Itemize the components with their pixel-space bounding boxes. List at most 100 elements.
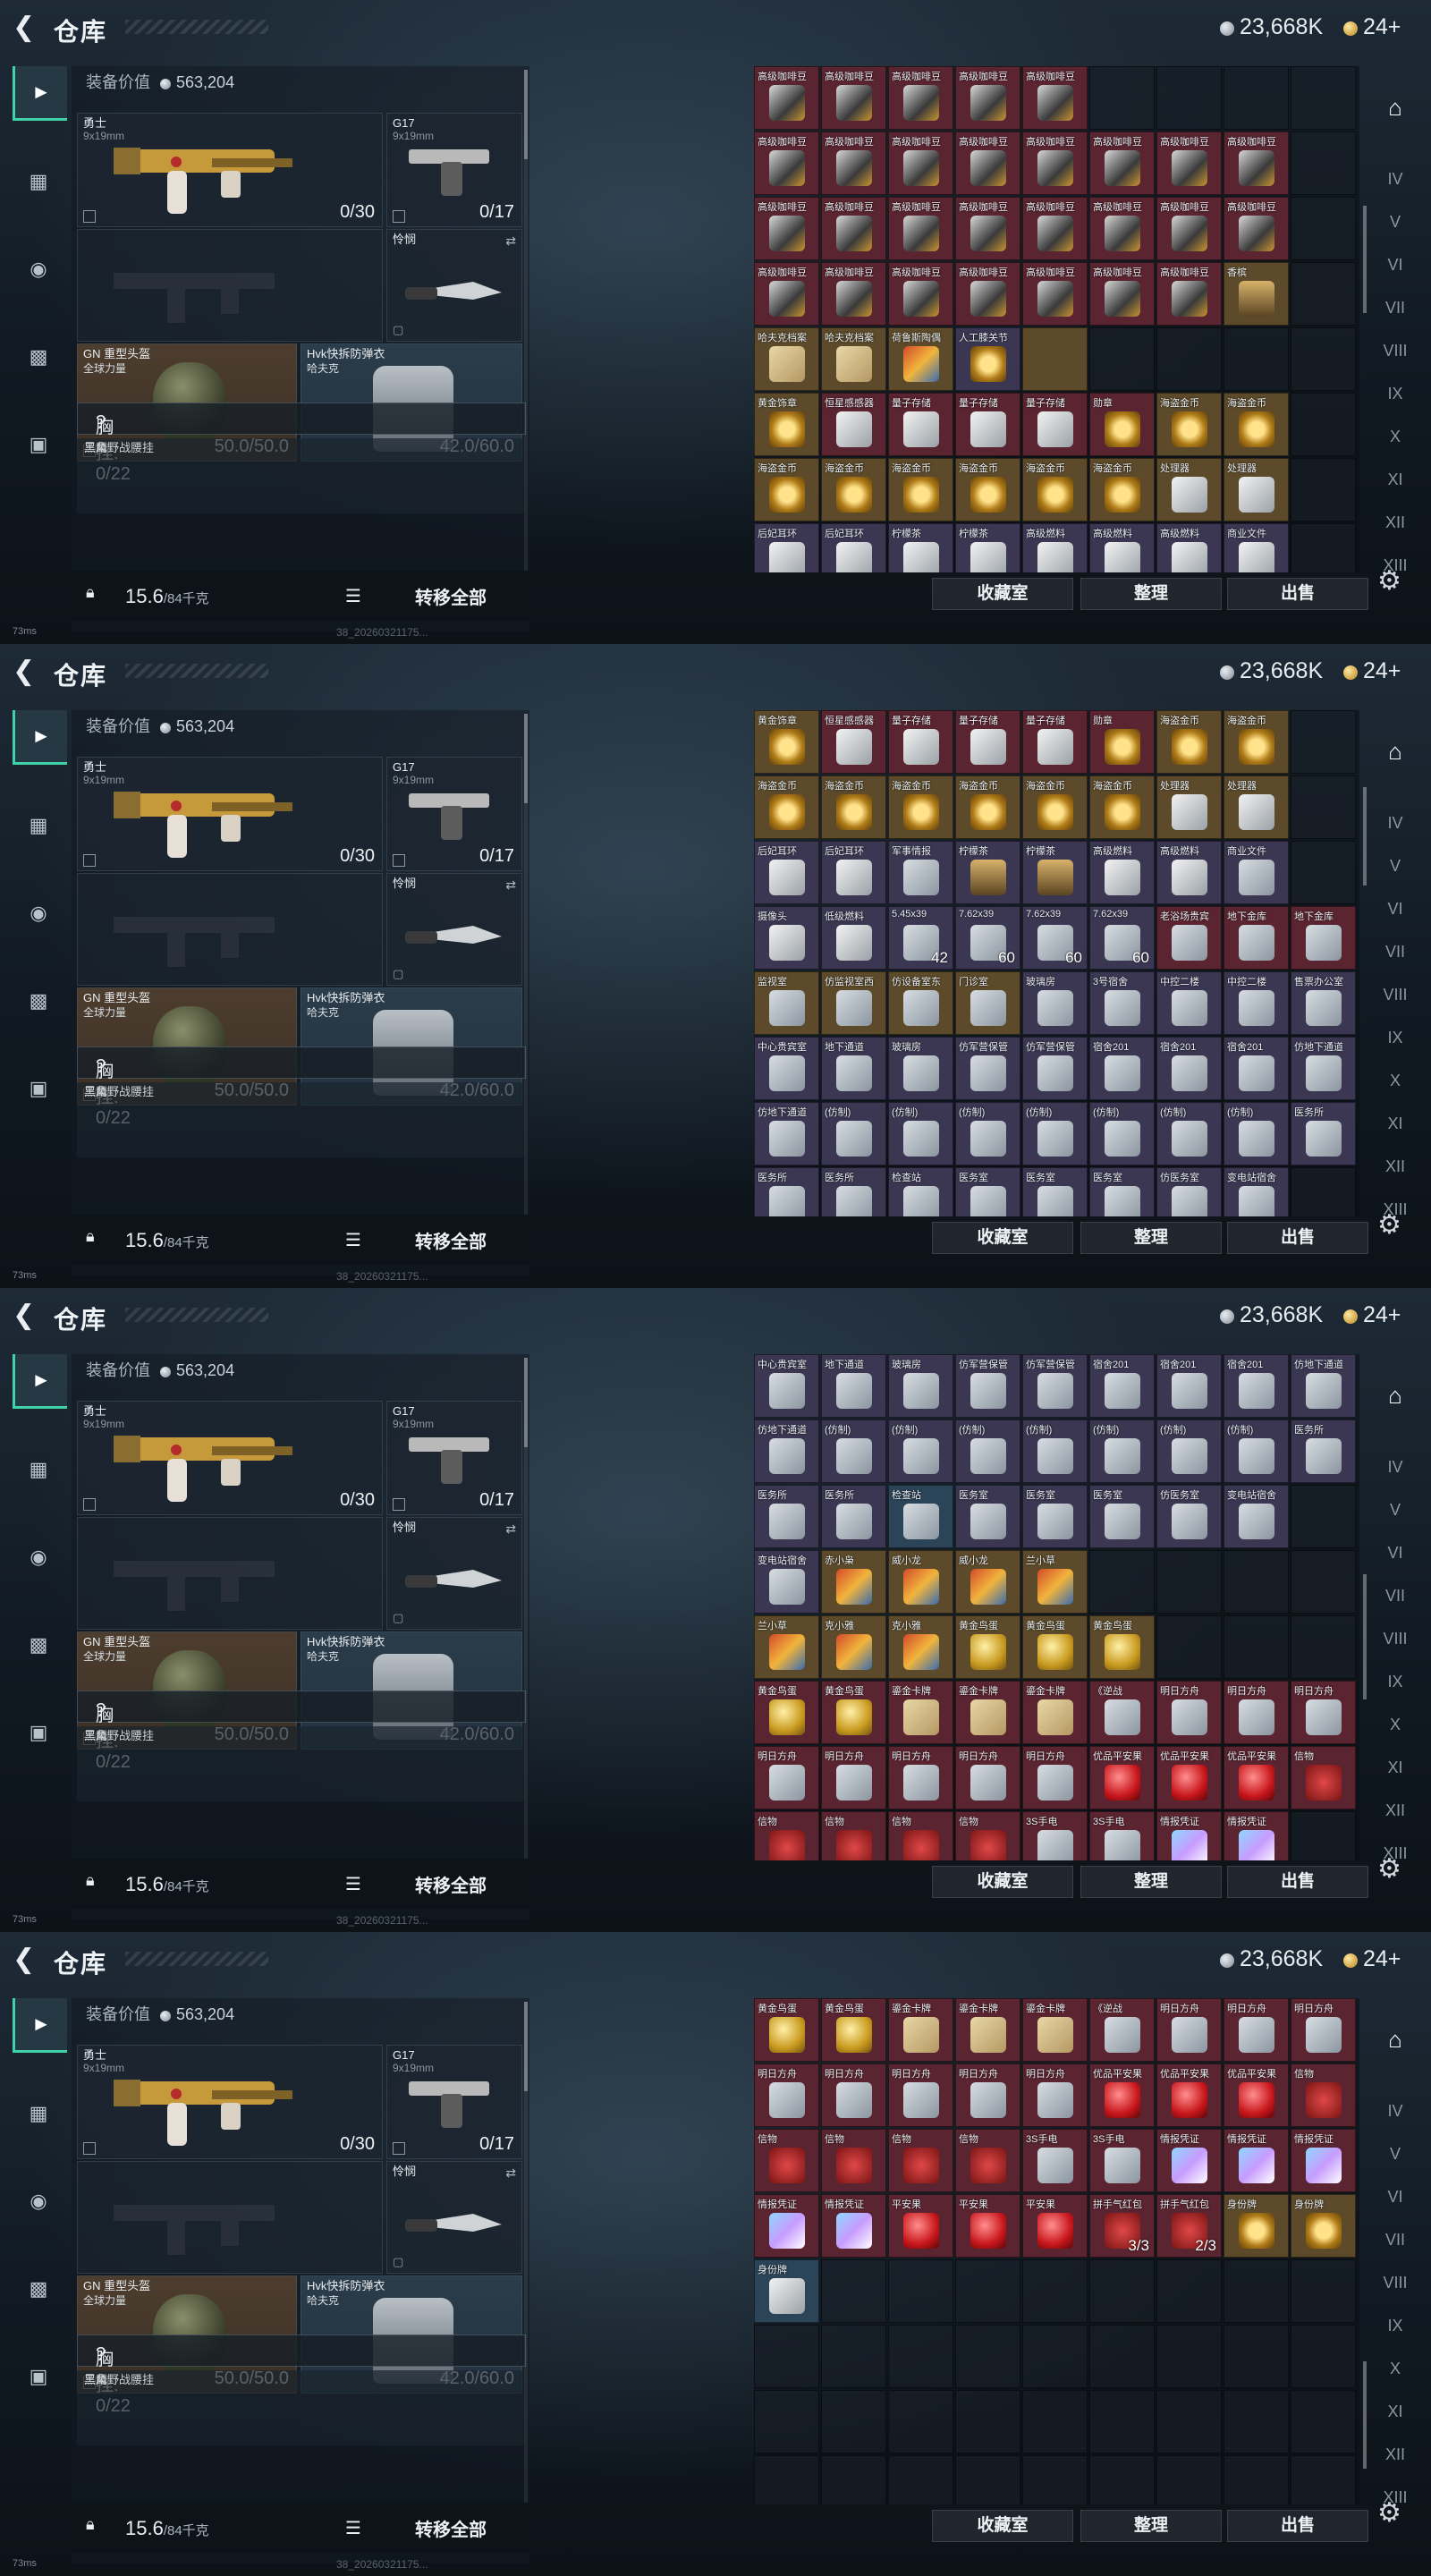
inventory-item[interactable]: 信物 bbox=[821, 2129, 886, 2192]
chest-rig-bar[interactable]: 胸挂: 0/22 ? bbox=[77, 1690, 526, 1772]
inventory-item[interactable]: 海盗金币 bbox=[1156, 710, 1222, 774]
warehouse-page-tab[interactable]: IX bbox=[1377, 376, 1413, 411]
inventory-item[interactable]: 高级咖啡豆 bbox=[888, 131, 953, 195]
sort-button[interactable]: 整理 bbox=[1080, 2510, 1222, 2542]
warehouse-page-tab[interactable]: X bbox=[1377, 1707, 1413, 1742]
inventory-item[interactable]: 后妃耳环 bbox=[754, 523, 819, 572]
inventory-item[interactable]: 明日方舟 bbox=[1224, 1681, 1289, 1744]
warehouse-page-tab[interactable]: XII bbox=[1377, 2436, 1413, 2472]
chest-rig-bar[interactable]: 胸挂: 0/22 ? bbox=[77, 402, 526, 484]
inventory-item[interactable]: 黄金鸟蛋 bbox=[1022, 1615, 1088, 1679]
inventory-item[interactable]: 赤小枭 bbox=[821, 1550, 886, 1614]
chest-rig-bar[interactable]: 胸挂: 0/22 ? bbox=[77, 1046, 526, 1128]
warehouse-page-tab[interactable]: XIII bbox=[1377, 547, 1413, 583]
warehouse-page-tab[interactable]: IX bbox=[1377, 2308, 1413, 2343]
inventory-item[interactable]: 信物 bbox=[955, 2129, 1020, 2192]
inventory-item[interactable]: 优品平安果 bbox=[1089, 1746, 1155, 1809]
tab-armor[interactable]: ▦ bbox=[13, 156, 64, 208]
inventory-item[interactable]: (仿制) bbox=[955, 1419, 1020, 1483]
inventory-item[interactable]: 信物 bbox=[888, 2129, 953, 2192]
inventory-item[interactable]: 医务室 bbox=[1089, 1167, 1155, 1216]
inventory-item[interactable]: 平安果 bbox=[955, 2194, 1020, 2258]
inventory-item[interactable]: 高级咖啡豆 bbox=[955, 131, 1020, 195]
tab-armor[interactable]: ▦ bbox=[13, 2088, 64, 2140]
warehouse-page-tab[interactable]: XII bbox=[1377, 1148, 1413, 1184]
transfer-all-button[interactable]: 转移全部 bbox=[415, 1871, 487, 1897]
inventory-item[interactable]: 变电站宿舍 bbox=[754, 1550, 819, 1614]
currency-display[interactable]: 23,668K bbox=[1220, 1302, 1323, 1328]
tab-weapons[interactable]: ► bbox=[13, 66, 67, 121]
inventory-item[interactable]: (仿制) bbox=[1022, 1102, 1088, 1165]
melee-slot[interactable]: 怜悯 ⇄ ▢ bbox=[386, 1517, 522, 1630]
warehouse-page-tab[interactable]: VI bbox=[1377, 2179, 1413, 2215]
inventory-item[interactable]: 海盗金币 bbox=[955, 775, 1020, 839]
inventory-item[interactable]: 高级咖啡豆 bbox=[1022, 197, 1088, 260]
inventory-item[interactable]: 海盗金币 bbox=[888, 775, 953, 839]
warehouse-page-tab[interactable]: XI bbox=[1377, 2394, 1413, 2429]
inventory-item[interactable]: 信物 bbox=[955, 1811, 1020, 1860]
list-icon[interactable]: ☰ bbox=[345, 585, 361, 607]
inventory-item[interactable]: 黄金饰章 bbox=[754, 710, 819, 774]
inventory-item[interactable]: 量子存储 bbox=[955, 393, 1020, 456]
inventory-item[interactable]: 明日方舟 bbox=[888, 2063, 953, 2127]
inventory-item[interactable]: 中控二楼 bbox=[1156, 971, 1222, 1035]
inventory-item[interactable]: 威小龙 bbox=[888, 1550, 953, 1614]
belt-rig-slot[interactable]: 黑鹰野战腰挂 三角 bbox=[77, 438, 524, 513]
inventory-item[interactable]: 量子存储 bbox=[1022, 710, 1088, 774]
back-arrow-icon[interactable]: ❮ bbox=[13, 657, 39, 687]
inventory-item[interactable]: 海盗金币 bbox=[1089, 458, 1155, 521]
collection-room-button[interactable]: 收藏室 bbox=[932, 1866, 1073, 1898]
tab-case[interactable]: ▣ bbox=[13, 1063, 64, 1114]
inventory-item[interactable]: 克小雅 bbox=[888, 1615, 953, 1679]
inventory-item[interactable]: 高级咖啡豆 bbox=[754, 262, 819, 326]
inventory-item[interactable]: 身份牌 bbox=[1291, 2194, 1356, 2258]
inventory-item[interactable]: 检查站 bbox=[888, 1485, 953, 1548]
inventory-item[interactable]: 监视室 bbox=[754, 971, 819, 1035]
warehouse-page-tab[interactable]: IX bbox=[1377, 1664, 1413, 1699]
inventory-item[interactable]: 高级咖啡豆 bbox=[1224, 197, 1289, 260]
inventory-item[interactable]: 变电站宿舍 bbox=[1224, 1167, 1289, 1216]
inventory-item[interactable]: 医务所 bbox=[821, 1485, 886, 1548]
inventory-item[interactable]: 变电站宿舍 bbox=[1224, 1485, 1289, 1548]
inventory-item[interactable]: 量子存储 bbox=[955, 710, 1020, 774]
inventory-item[interactable]: 医务所 bbox=[821, 1167, 886, 1216]
inventory-item[interactable]: (仿制) bbox=[1022, 1419, 1088, 1483]
inventory-item[interactable]: 高级咖啡豆 bbox=[821, 131, 886, 195]
inventory-item[interactable]: 平安果 bbox=[1022, 2194, 1088, 2258]
sell-button[interactable]: 出售 bbox=[1227, 578, 1368, 610]
inventory-item[interactable]: 仿地下通道 bbox=[1291, 1037, 1356, 1100]
transfer-all-button[interactable]: 转移全部 bbox=[415, 2515, 487, 2541]
inventory-item[interactable]: 医务室 bbox=[955, 1167, 1020, 1216]
inventory-item[interactable]: 3S手电 bbox=[1022, 2129, 1088, 2192]
inventory-item[interactable]: 仿设备室东 bbox=[888, 971, 953, 1035]
swap-icon[interactable]: ⇄ bbox=[505, 1521, 516, 1537]
home-icon[interactable]: ⌂ bbox=[1377, 2021, 1413, 2057]
back-arrow-icon[interactable]: ❮ bbox=[13, 1301, 39, 1331]
swap-icon[interactable]: ⇄ bbox=[505, 233, 516, 249]
inventory-item[interactable]: 优品平安果 bbox=[1089, 2063, 1155, 2127]
inventory-item[interactable]: 拼手气红包 2/3 bbox=[1156, 2194, 1222, 2258]
inventory-item[interactable]: 7.62x39 60 bbox=[955, 906, 1020, 970]
inventory-item[interactable]: 鎏金卡牌 bbox=[888, 1681, 953, 1744]
inventory-item[interactable]: 处理器 bbox=[1224, 458, 1289, 521]
warehouse-page-tab[interactable]: VIII bbox=[1377, 2265, 1413, 2301]
inventory-item[interactable]: 兰小草 bbox=[754, 1615, 819, 1679]
melee-slot[interactable]: 怜悯 ⇄ ▢ bbox=[386, 873, 522, 986]
tab-case[interactable]: ▣ bbox=[13, 2351, 64, 2402]
inventory-item[interactable]: 仿医务室 bbox=[1156, 1485, 1222, 1548]
inventory-item[interactable]: 仿军营保管 bbox=[1022, 1037, 1088, 1100]
melee-slot[interactable]: 怜悯 ⇄ ▢ bbox=[386, 2161, 522, 2274]
inventory-item[interactable]: 身份牌 bbox=[754, 2259, 819, 2323]
inventory-item[interactable]: 平安果 bbox=[888, 2194, 953, 2258]
equipment-scroll-thumb[interactable] bbox=[524, 1358, 528, 1447]
ticket-display[interactable]: 24+ bbox=[1343, 1946, 1401, 1972]
inventory-item[interactable]: 医务所 bbox=[1291, 1419, 1356, 1483]
inventory-item[interactable]: 中控二楼 bbox=[1224, 971, 1289, 1035]
inventory-item[interactable]: 黄金饰章 bbox=[754, 393, 819, 456]
empty-weapon-slot[interactable] bbox=[77, 2161, 383, 2274]
inventory-item[interactable]: 5.45x39 42 bbox=[888, 906, 953, 970]
ticket-display[interactable]: 24+ bbox=[1343, 14, 1401, 40]
tab-backpack[interactable]: ▩ bbox=[13, 1619, 64, 1671]
inventory-item[interactable]: 高级咖啡豆 bbox=[754, 66, 819, 130]
inventory-item[interactable]: 检查站 bbox=[888, 1167, 953, 1216]
